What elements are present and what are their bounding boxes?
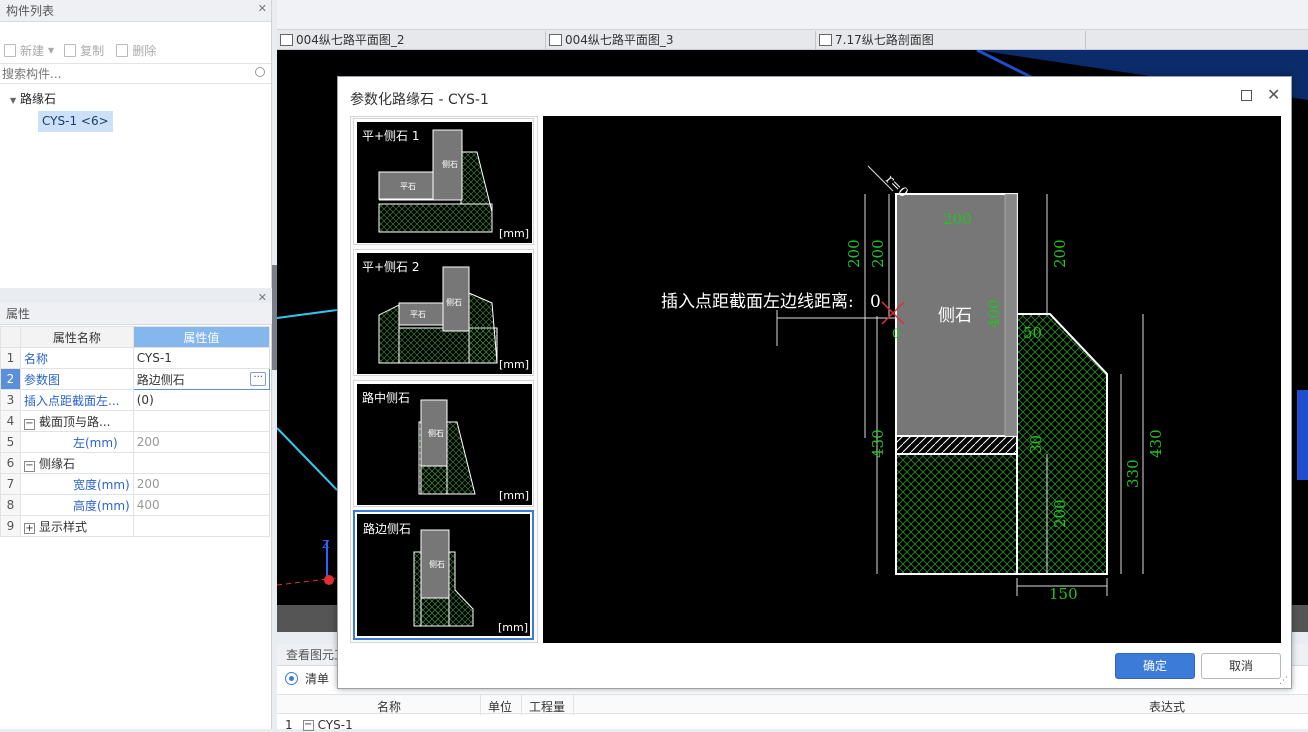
col-header-quantity: 工程量 <box>529 700 566 714</box>
tree-item-cys1[interactable]: CYS-1 <6> <box>38 111 113 132</box>
table-row[interactable]: 8 高度(mm) 400 <box>0 494 271 516</box>
thumb-flat-side-1[interactable]: 平+侧石 1 平石 侧石 [mm] <box>353 118 534 245</box>
dim-right-top[interactable]: 200 <box>1051 239 1069 268</box>
table-row[interactable]: 5 左(mm) 200 <box>0 431 271 453</box>
dim-stone-height[interactable]: 400 <box>985 299 1003 328</box>
table-row[interactable]: 2 参数图 路边侧石 ··· <box>0 368 271 390</box>
maximize-icon[interactable] <box>1241 90 1252 101</box>
search-input[interactable] <box>0 64 240 83</box>
table-row[interactable]: 1 名称 CYS-1 <box>0 347 271 369</box>
properties-title: 属性 <box>0 303 272 325</box>
component-list-panel: 构件列表 ✕ 新建 ▼ 复制 删除 ▼ 路缘石 CYS-1 <6> <box>0 0 272 288</box>
ok-button[interactable]: 确定 <box>1115 653 1195 679</box>
table-row[interactable]: 6− 侧缘石 <box>0 452 271 474</box>
dim-left-top[interactable]: 200 <box>845 239 863 268</box>
dim-origin: 0 <box>892 327 900 342</box>
trash-icon <box>116 44 129 57</box>
resize-grip-icon[interactable]: ⋰ <box>1279 676 1288 686</box>
svg-text:Z: Z <box>322 538 330 551</box>
tab-section[interactable]: 7.17纵七路剖面图 <box>819 30 934 50</box>
thumb-flat-side-2[interactable]: 平+侧石 2 平石 侧石 [mm] <box>353 249 534 376</box>
copy-icon <box>64 44 77 57</box>
dim-right-total[interactable]: 430 <box>1147 429 1165 458</box>
tree-category[interactable]: ▼ 路缘石 <box>10 90 56 107</box>
radio-list[interactable]: 清单 <box>285 670 329 687</box>
thumb-road-middle[interactable]: 路中侧石 侧石 [mm] <box>353 380 534 507</box>
tab-plan-3[interactable]: 004纵七路平面图_3 <box>549 30 674 50</box>
dim-330[interactable]: 330 <box>1124 459 1142 488</box>
table-row[interactable]: 1 − CYS-1 <box>285 718 353 732</box>
search-icon[interactable] <box>255 67 265 77</box>
properties-panel: ✕ 属性 属性名称 属性值 1 名称 CYS-1 2 参数图 路边侧石 ··· 3 插入点… <box>0 289 272 729</box>
insert-distance-value[interactable]: 0 <box>870 292 881 312</box>
parametric-drawing[interactable]: 插入点距截面左边线距离: 0 侧石 r=0 200 200 200 200 40… <box>543 116 1281 643</box>
col-name-header: 属性名称 <box>20 326 134 348</box>
stone-label: 侧石 <box>938 306 972 326</box>
expand-toggle[interactable]: + <box>24 522 35 534</box>
dim-left-top2[interactable]: 200 <box>869 239 887 268</box>
drawing-icon <box>819 34 832 46</box>
col-value-header: 属性值 <box>132 326 271 348</box>
new-button[interactable]: 新建 <box>20 42 44 59</box>
dim-base-200[interactable]: 200 <box>1051 499 1069 528</box>
new-file-icon <box>4 44 16 57</box>
cancel-button[interactable]: 取消 <box>1201 653 1281 679</box>
table-row[interactable]: 9 + 显示样式 <box>0 515 271 537</box>
chevron-down-icon[interactable]: ▼ <box>48 46 54 55</box>
col-header-name: 名称 <box>377 700 402 714</box>
dim-top-width[interactable]: 200 <box>943 210 972 228</box>
insert-distance-label: 插入点距截面左边线距离: <box>661 292 854 312</box>
drawing-icon <box>280 34 293 46</box>
close-icon[interactable]: ✕ <box>1267 85 1280 104</box>
dim-bottom-150[interactable]: 150 <box>1049 585 1078 603</box>
more-button[interactable]: ··· <box>250 372 266 386</box>
close-icon[interactable]: ✕ <box>258 2 267 15</box>
table-row[interactable]: 4− 截面顶与路... <box>0 410 271 432</box>
dialog-title: 参数化路缘石 - CYS-1 <box>350 92 489 108</box>
col-header-expression: 表达式 <box>1149 700 1186 714</box>
properties-table: 属性名称 属性值 1 名称 CYS-1 2 参数图 路边侧石 ··· 3 插入点距截面左.… <box>0 326 271 537</box>
delete-button[interactable]: 删除 <box>132 42 156 59</box>
thumb-roadside[interactable]: 路边侧石 侧石 [mm] <box>353 510 534 640</box>
radio-selected-icon <box>285 672 298 685</box>
table-row[interactable]: 7 宽度(mm) 200 <box>0 473 271 495</box>
component-list-title: 构件列表 <box>0 0 271 22</box>
col-header-unit: 单位 <box>488 700 513 714</box>
dim-slope-width[interactable]: 50 <box>1023 324 1042 342</box>
drawing-icon <box>549 34 562 46</box>
tab-plan-2[interactable]: 004纵七路平面图_2 <box>280 30 405 50</box>
table-row[interactable]: 3 插入点距截面左... (0) <box>0 389 271 411</box>
dim-30[interactable]: 30 <box>1027 435 1045 454</box>
dim-left-total[interactable]: 430 <box>869 429 887 458</box>
copy-button[interactable]: 复制 <box>80 42 104 59</box>
caret-down-icon: ▼ <box>10 96 17 105</box>
component-toolbar: 新建 ▼ 复制 删除 <box>4 42 156 59</box>
collapse-toggle[interactable]: − <box>24 418 35 430</box>
collapse-toggle[interactable]: − <box>24 460 35 472</box>
